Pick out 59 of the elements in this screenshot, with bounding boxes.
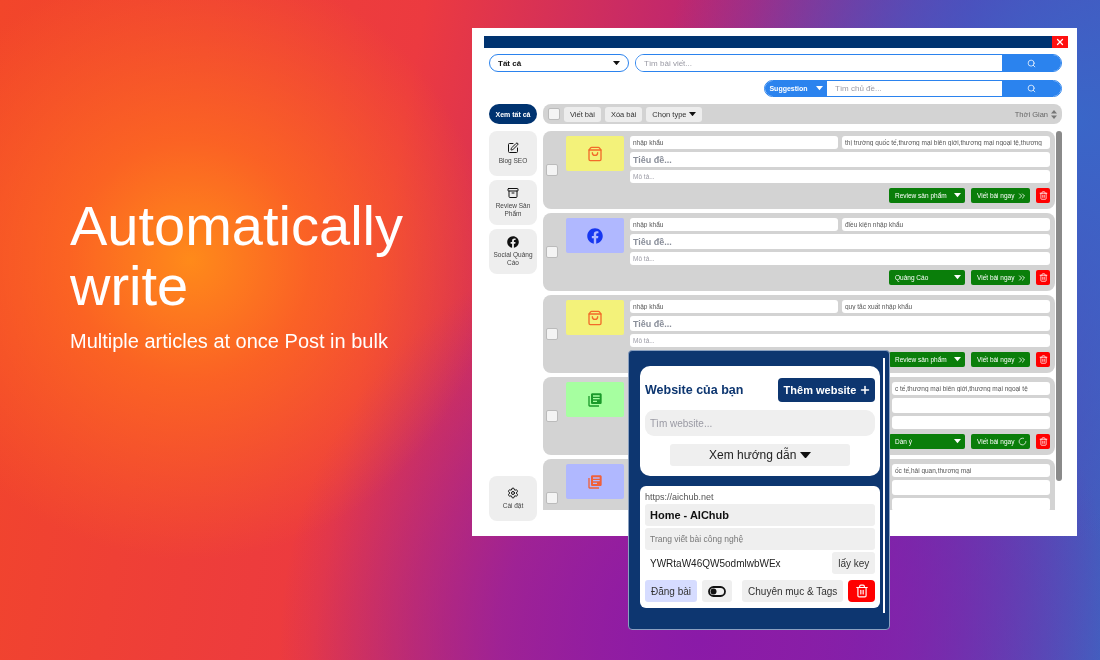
api-key: YWRtaW46QW5odmlwbWEx [650, 557, 781, 569]
plus-icon [859, 384, 872, 396]
caret-icon [954, 275, 961, 280]
caret-icon [954, 357, 961, 362]
website-description: Trang viết bài công nghệ [645, 528, 876, 550]
website-name: Home - AIChub [645, 504, 876, 526]
post-checkbox[interactable] [546, 410, 558, 422]
search-bar[interactable]: Tìm bài viết... [635, 54, 1062, 72]
archive-icon [507, 187, 519, 199]
guide-button[interactable]: Xem hướng dẫn [670, 444, 851, 466]
post-checkbox[interactable] [546, 492, 558, 504]
caret-icon [954, 439, 961, 444]
post-checkbox[interactable] [546, 246, 558, 258]
delete-button[interactable] [848, 580, 876, 602]
trash-icon [1038, 273, 1048, 282]
caret-icon [815, 86, 823, 91]
website-url: https://aichub.net [645, 492, 714, 502]
close-button[interactable] [1052, 36, 1068, 48]
title-field[interactable]: Tiêu đề... [630, 316, 1050, 331]
post-button[interactable]: Đăng bài [645, 580, 698, 602]
search-button[interactable] [1002, 55, 1061, 71]
scrollbar[interactable] [1056, 131, 1062, 481]
title-field[interactable] [892, 398, 1050, 413]
search-button[interactable] [1002, 81, 1061, 96]
trash-icon [854, 584, 869, 598]
trash-icon [1038, 437, 1048, 446]
post-checkbox[interactable] [546, 164, 558, 176]
search-icon [1027, 84, 1036, 93]
caret-icon [613, 60, 620, 66]
toggle-icon [708, 585, 727, 597]
delete-button[interactable] [1036, 352, 1050, 367]
get-key-button[interactable]: lấy key [832, 552, 876, 574]
select-all-checkbox[interactable] [548, 108, 560, 120]
delete-button[interactable] [1036, 270, 1050, 285]
close-icon [1055, 37, 1065, 47]
title-field[interactable] [892, 480, 1050, 495]
headline: Automatically write [70, 196, 405, 316]
description-field[interactable] [892, 498, 1050, 510]
trash-icon [1038, 191, 1048, 200]
title-field[interactable]: Tiêu đề... [630, 152, 1050, 167]
description-field[interactable] [892, 416, 1050, 429]
add-website-button[interactable]: Thêm website [777, 378, 876, 402]
website-search-field[interactable]: Tìm website... [645, 410, 876, 436]
categories-tags-button[interactable]: Chuyên mục & Tags [742, 580, 844, 602]
trash-icon [1038, 355, 1048, 364]
settings-icon [507, 487, 519, 499]
auto-post-toggle[interactable] [702, 580, 733, 602]
search-icon [1027, 58, 1036, 68]
sort-icon[interactable] [1051, 109, 1057, 119]
post-checkbox[interactable] [546, 328, 558, 340]
title-field[interactable]: Tiêu đề... [630, 234, 1050, 249]
caret-icon [688, 111, 696, 117]
delete-button[interactable] [1036, 434, 1050, 449]
facebook-icon [507, 236, 519, 248]
edit-icon [507, 142, 519, 154]
delete-button[interactable] [1036, 188, 1050, 203]
subheadline: Multiple articles at once Post in bulk [70, 330, 389, 353]
panel-title: Website của bạn [645, 383, 744, 397]
caret-icon [954, 193, 961, 198]
